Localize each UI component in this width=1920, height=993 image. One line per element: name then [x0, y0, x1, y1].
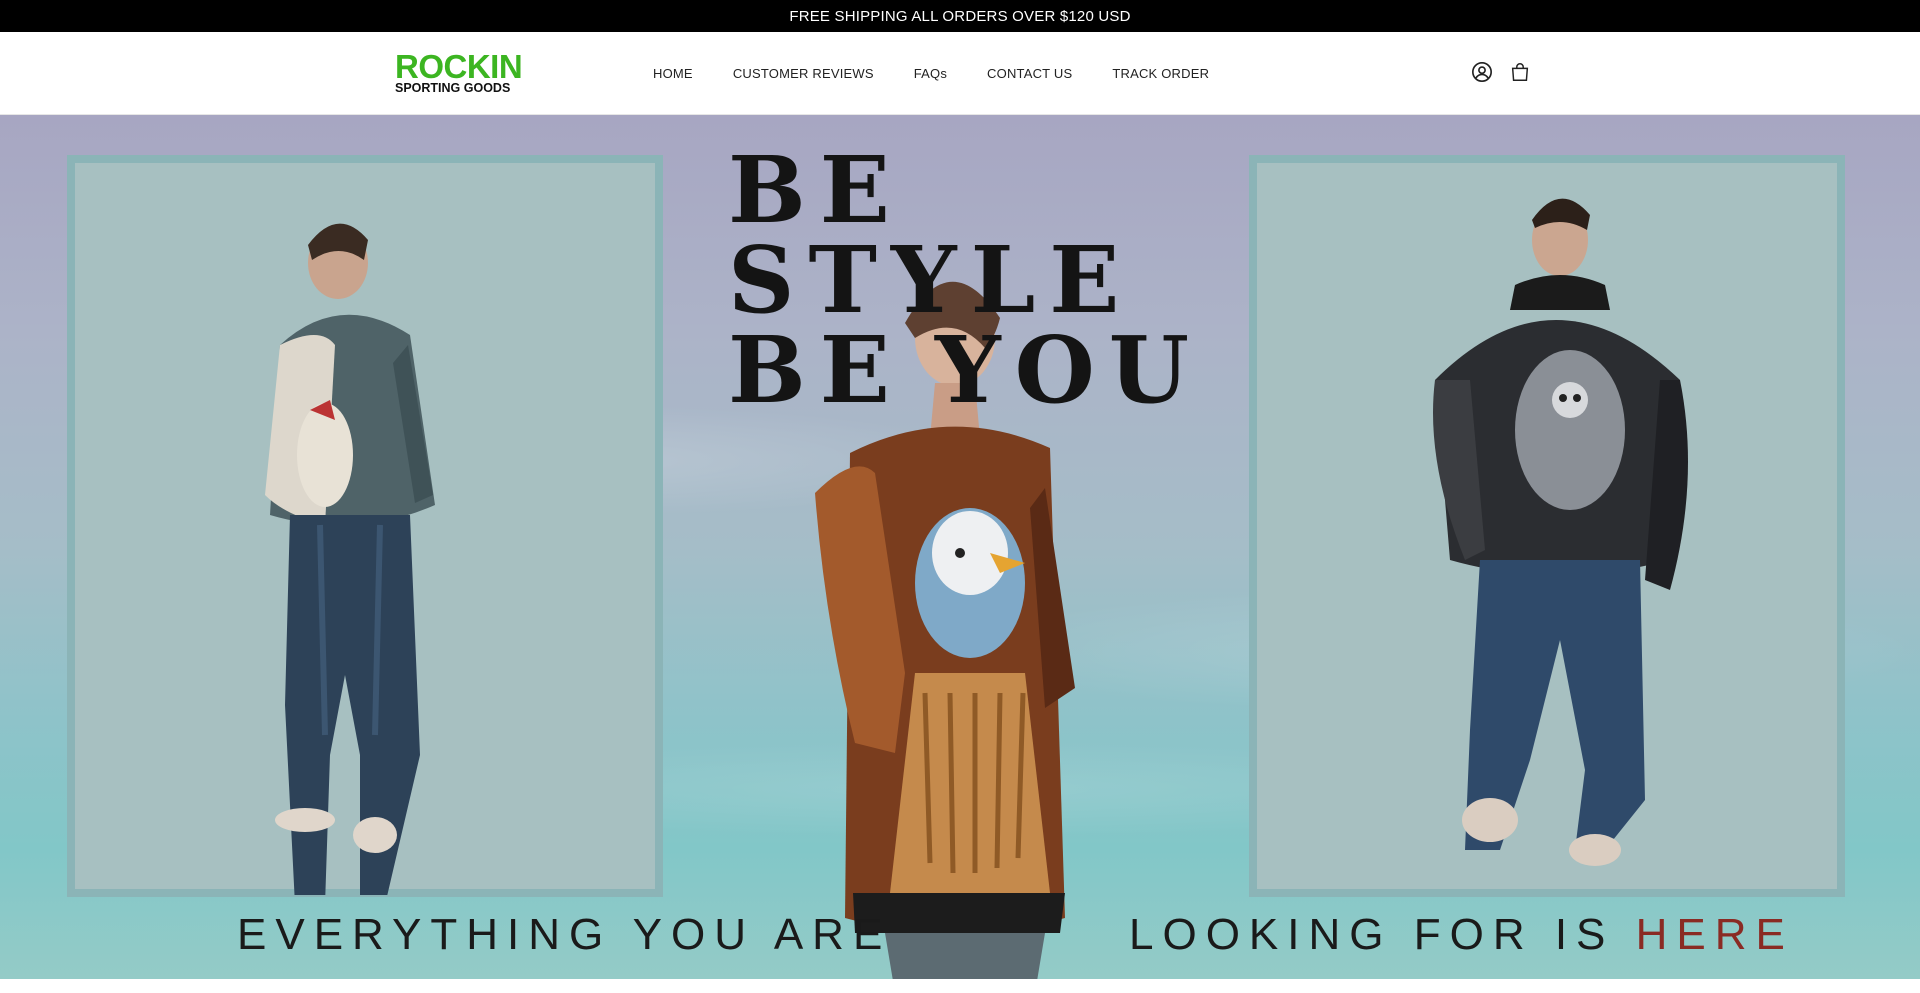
headline-be: BE [728, 316, 904, 424]
main-nav: HOME CUSTOMER REVIEWS FAQs CONTACT US TR… [653, 32, 1209, 115]
nav-contact-us[interactable]: CONTACT US [987, 66, 1072, 81]
headline-line-1: BE STYLE [728, 136, 1134, 334]
left-model-image [250, 195, 490, 895]
account-icon[interactable] [1470, 60, 1494, 84]
nav-customer-reviews[interactable]: CUSTOMER REVIEWS [733, 66, 874, 81]
nav-faqs[interactable]: FAQs [914, 66, 947, 81]
headline-line-2: BE YOU [728, 316, 1203, 424]
headline-you: YOU [934, 316, 1203, 424]
tagline-accent: HERE [1635, 910, 1794, 959]
logo-wordmark: ROCKIN [395, 48, 523, 85]
logo-subtitle: SPORTING GOODS [395, 81, 511, 95]
hero-headline: BE STYLE BE YOU [728, 136, 1208, 424]
tagline-right: LOOKING FOR IS HERE [1129, 910, 1794, 970]
header-actions [1470, 60, 1532, 84]
hero-banner[interactable]: BE STYLE BE YOU EVERYTHING YOU ARE LOOKI… [0, 115, 1920, 979]
tagline-right-main: LOOKING FOR IS [1129, 910, 1615, 959]
announcement-bar: FREE SHIPPING ALL ORDERS OVER $120 USD [0, 0, 1920, 32]
tagline-left: EVERYTHING YOU ARE [237, 910, 892, 959]
right-model-image [1420, 180, 1700, 900]
nav-home[interactable]: HOME [653, 66, 693, 81]
site-header: ROCKIN SPORTING GOODS HOME CUSTOMER REVI… [0, 32, 1920, 115]
cart-icon[interactable] [1508, 60, 1532, 84]
nav-track-order[interactable]: TRACK ORDER [1112, 66, 1209, 81]
site-logo[interactable]: ROCKIN SPORTING GOODS [395, 48, 525, 95]
announcement-text: FREE SHIPPING ALL ORDERS OVER $120 USD [789, 7, 1131, 25]
